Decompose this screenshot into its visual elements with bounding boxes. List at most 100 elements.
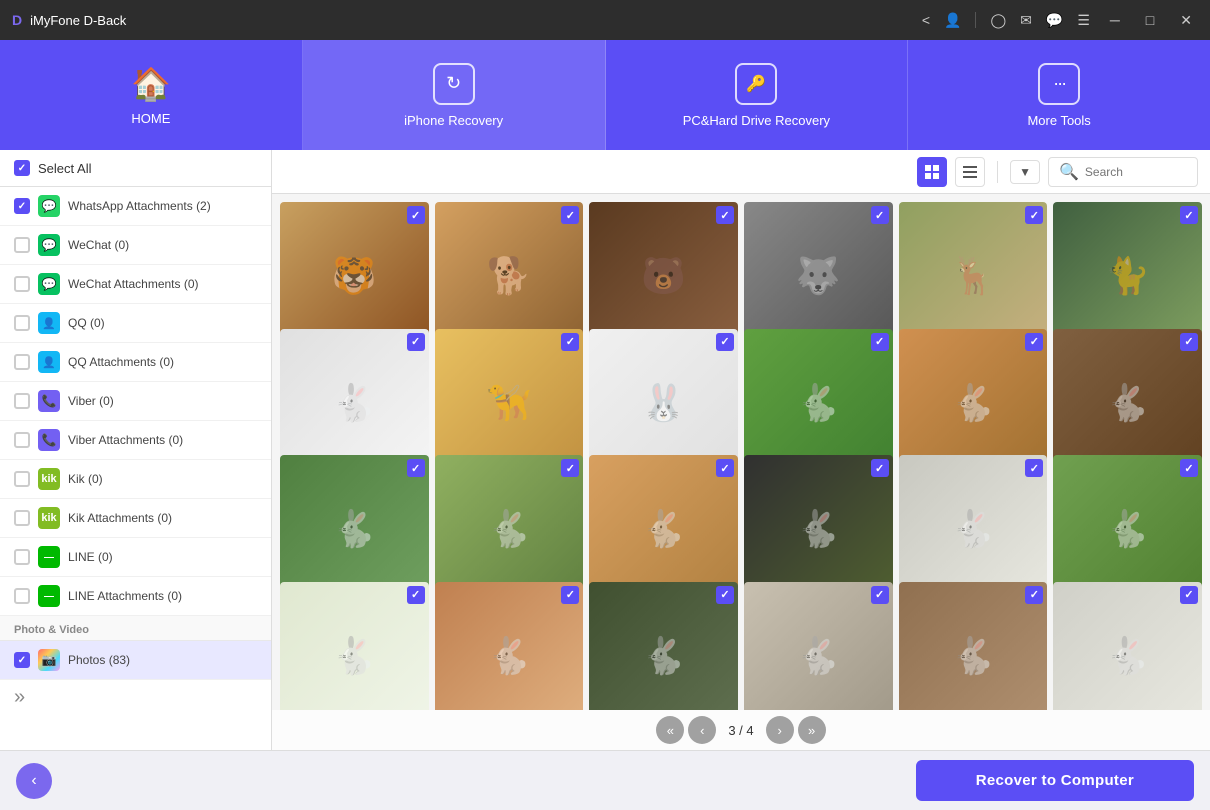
photo-check-icon: ✓ xyxy=(407,459,425,477)
mail-icon[interactable]: ✉ xyxy=(1020,12,1032,29)
titlebar: D iMyFone D-Back < 👤 ◯ ✉ 💬 ☰ ─ □ ✕ xyxy=(0,0,1210,40)
first-page-button[interactable]: « xyxy=(656,716,684,744)
qq-checkbox[interactable] xyxy=(14,315,30,331)
viber-attach-checkbox[interactable] xyxy=(14,432,30,448)
line-icon: — xyxy=(38,546,60,568)
filter-icon: ▼ xyxy=(1019,165,1031,179)
nav-iphone-label: iPhone Recovery xyxy=(404,113,503,128)
animal-icon: 🐇 xyxy=(796,382,841,424)
wechat-checkbox[interactable] xyxy=(14,237,30,253)
user-icon[interactable]: 👤 xyxy=(944,12,961,29)
photo-check-icon: ✓ xyxy=(1180,206,1198,224)
line-checkbox[interactable] xyxy=(14,549,30,565)
photo-check-icon: ✓ xyxy=(407,333,425,351)
photo-grid: ✓🐯✓🐕✓🐻✓🐺✓🦌✓🐈✓🐇✓🦮✓🐰✓🐇✓🐇✓🐇✓🐇✓🐇✓🐇✓🐇✓🐇✓🐇✓🐇✓🐇… xyxy=(272,194,1210,710)
photo-check-icon: ✓ xyxy=(1025,333,1043,351)
sidebar-item-wechat-attach[interactable]: 💬 WeChat Attachments (0) xyxy=(0,265,271,304)
photo-check-icon: ✓ xyxy=(561,206,579,224)
line-attach-label: LINE Attachments (0) xyxy=(68,589,257,603)
select-all-checkbox[interactable] xyxy=(14,160,30,176)
photo-cell[interactable]: ✓🐇 xyxy=(899,582,1048,711)
maximize-button[interactable]: □ xyxy=(1140,10,1160,30)
qq-attach-icon: 👤 xyxy=(38,351,60,373)
animal-icon: 🐇 xyxy=(332,382,377,424)
prev-page-button[interactable]: ‹ xyxy=(688,716,716,744)
sidebar: Select All 💬 WhatsApp Attachments (2) 💬 … xyxy=(0,150,272,750)
nav-home[interactable]: 🏠 HOME xyxy=(0,40,303,150)
nav-iphone-recovery[interactable]: ↻ iPhone Recovery xyxy=(303,40,606,150)
sidebar-item-kik[interactable]: kik Kik (0) xyxy=(0,460,271,499)
page-info: 3 / 4 xyxy=(720,723,761,738)
nav-pc-recovery[interactable]: 🔑 PC&Hard Drive Recovery xyxy=(606,40,909,150)
back-button[interactable]: ‹ xyxy=(16,763,52,799)
photos-label: Photos (83) xyxy=(68,653,257,667)
search-input[interactable] xyxy=(1085,165,1187,179)
sidebar-item-kik-attach[interactable]: kik Kik Attachments (0) xyxy=(0,499,271,538)
sidebar-item-line[interactable]: — LINE (0) xyxy=(0,538,271,577)
select-all-row[interactable]: Select All xyxy=(0,150,271,187)
sidebar-item-photos[interactable]: 📷 Photos (83) xyxy=(0,641,271,680)
animal-icon: 🐰 xyxy=(641,382,686,424)
list-view-button[interactable] xyxy=(955,157,985,187)
last-page-button[interactable]: » xyxy=(798,716,826,744)
photo-cell[interactable]: ✓🐇 xyxy=(280,582,429,711)
main-area: Select All 💬 WhatsApp Attachments (2) 💬 … xyxy=(0,150,1210,750)
content-toolbar: ▼ 🔍 xyxy=(272,150,1210,194)
kik-checkbox[interactable] xyxy=(14,471,30,487)
location-icon[interactable]: ◯ xyxy=(990,12,1006,29)
sidebar-item-line-attach[interactable]: — LINE Attachments (0) xyxy=(0,577,271,616)
nav-more-tools-label: More Tools xyxy=(1027,113,1090,128)
animal-icon: 🐇 xyxy=(487,508,532,550)
animal-icon: 🐇 xyxy=(951,382,996,424)
photo-check-icon: ✓ xyxy=(561,586,579,604)
chat-icon[interactable]: 💬 xyxy=(1046,12,1063,29)
close-button[interactable]: ✕ xyxy=(1174,10,1198,31)
animal-icon: 🐇 xyxy=(332,508,377,550)
app-logo: D xyxy=(12,12,22,28)
viber-checkbox[interactable] xyxy=(14,393,30,409)
photo-check-icon: ✓ xyxy=(1025,459,1043,477)
line-attach-checkbox[interactable] xyxy=(14,588,30,604)
kik-attach-checkbox[interactable] xyxy=(14,510,30,526)
photo-check-icon: ✓ xyxy=(716,206,734,224)
photo-video-section-header: Photo & Video xyxy=(0,616,271,641)
kik-attach-icon: kik xyxy=(38,507,60,529)
nav-more-tools[interactable]: ··· More Tools xyxy=(908,40,1210,150)
home-icon: 🏠 xyxy=(131,65,171,103)
photo-check-icon: ✓ xyxy=(871,459,889,477)
bottom-bar: ‹ Recover to Computer xyxy=(0,750,1210,810)
next-page-button[interactable]: › xyxy=(766,716,794,744)
share-icon[interactable]: < xyxy=(922,12,930,28)
pagination: « ‹ 3 / 4 › » xyxy=(272,710,1210,750)
line-label: LINE (0) xyxy=(68,550,257,564)
kik-attach-label: Kik Attachments (0) xyxy=(68,511,257,525)
menu-icon[interactable]: ☰ xyxy=(1077,12,1090,29)
sidebar-item-viber-attach[interactable]: 📞 Viber Attachments (0) xyxy=(0,421,271,460)
filter-button[interactable]: ▼ xyxy=(1010,160,1040,184)
toolbar-divider xyxy=(997,161,998,183)
photo-cell[interactable]: ✓🐇 xyxy=(589,582,738,711)
photo-cell[interactable]: ✓🐇 xyxy=(1053,582,1202,711)
qq-attach-checkbox[interactable] xyxy=(14,354,30,370)
sidebar-item-whatsapp[interactable]: 💬 WhatsApp Attachments (2) xyxy=(0,187,271,226)
titlebar-divider xyxy=(975,12,976,28)
wechat-attach-checkbox[interactable] xyxy=(14,276,30,292)
sidebar-item-wechat[interactable]: 💬 WeChat (0) xyxy=(0,226,271,265)
whatsapp-checkbox[interactable] xyxy=(14,198,30,214)
sidebar-item-qq[interactable]: 👤 QQ (0) xyxy=(0,304,271,343)
minimize-button[interactable]: ─ xyxy=(1104,10,1126,30)
photo-check-icon: ✓ xyxy=(407,586,425,604)
photo-cell[interactable]: ✓🐇 xyxy=(435,582,584,711)
sidebar-more-items[interactable]: » xyxy=(0,680,271,715)
recover-button[interactable]: Recover to Computer xyxy=(916,760,1194,801)
search-box[interactable]: 🔍 xyxy=(1048,157,1198,187)
sidebar-item-viber[interactable]: 📞 Viber (0) xyxy=(0,382,271,421)
nav-home-label: HOME xyxy=(131,111,170,126)
sidebar-item-qq-attach[interactable]: 👤 QQ Attachments (0) xyxy=(0,343,271,382)
animal-icon: 🐇 xyxy=(641,508,686,550)
animal-icon: 🦌 xyxy=(951,255,996,297)
photos-checkbox[interactable] xyxy=(14,652,30,668)
more-tools-icon: ··· xyxy=(1038,63,1080,105)
grid-view-button[interactable] xyxy=(917,157,947,187)
photo-cell[interactable]: ✓🐇 xyxy=(744,582,893,711)
